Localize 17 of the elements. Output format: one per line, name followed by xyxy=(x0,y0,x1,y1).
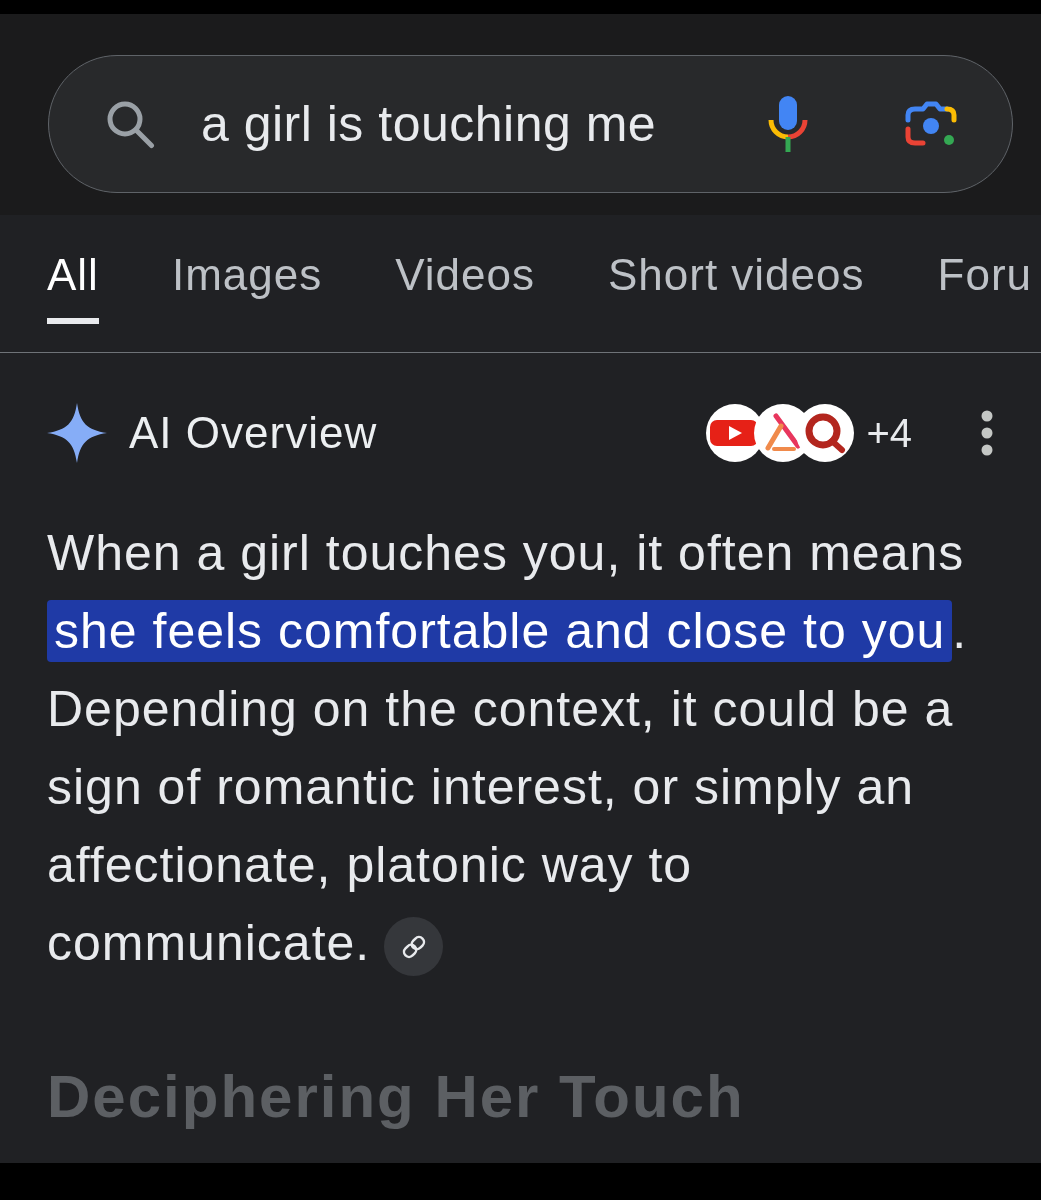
search-icon xyxy=(105,99,155,149)
microphone-icon[interactable] xyxy=(768,96,808,152)
sources-button[interactable]: +4 xyxy=(706,404,912,462)
overview-text: When a girl touches you, it often means she feels comfortable and close to you. Depending on the context, it could be a sign of romantic interest, or simply an affectionate, platonic way to communicate. xyxy=(47,514,1010,982)
more-options-icon[interactable] xyxy=(981,410,993,456)
search-input[interactable]: a girl is touching me xyxy=(201,95,768,153)
overview-title: AI Overview xyxy=(129,408,378,458)
search-tab[interactable]: All xyxy=(47,250,99,324)
section-heading: Deciphering Her Touch xyxy=(47,1062,745,1132)
search-tab[interactable]: Short videos xyxy=(607,250,865,324)
search-bar[interactable]: a girl is touching me xyxy=(48,55,1013,193)
sparkle-icon xyxy=(47,403,107,463)
search-tab[interactable]: Foru xyxy=(937,250,1032,324)
search-tab[interactable]: Images xyxy=(171,250,323,324)
camera-icon[interactable] xyxy=(903,100,959,148)
search-tab[interactable]: Videos xyxy=(395,250,535,324)
ring-logo-icon xyxy=(796,404,855,462)
